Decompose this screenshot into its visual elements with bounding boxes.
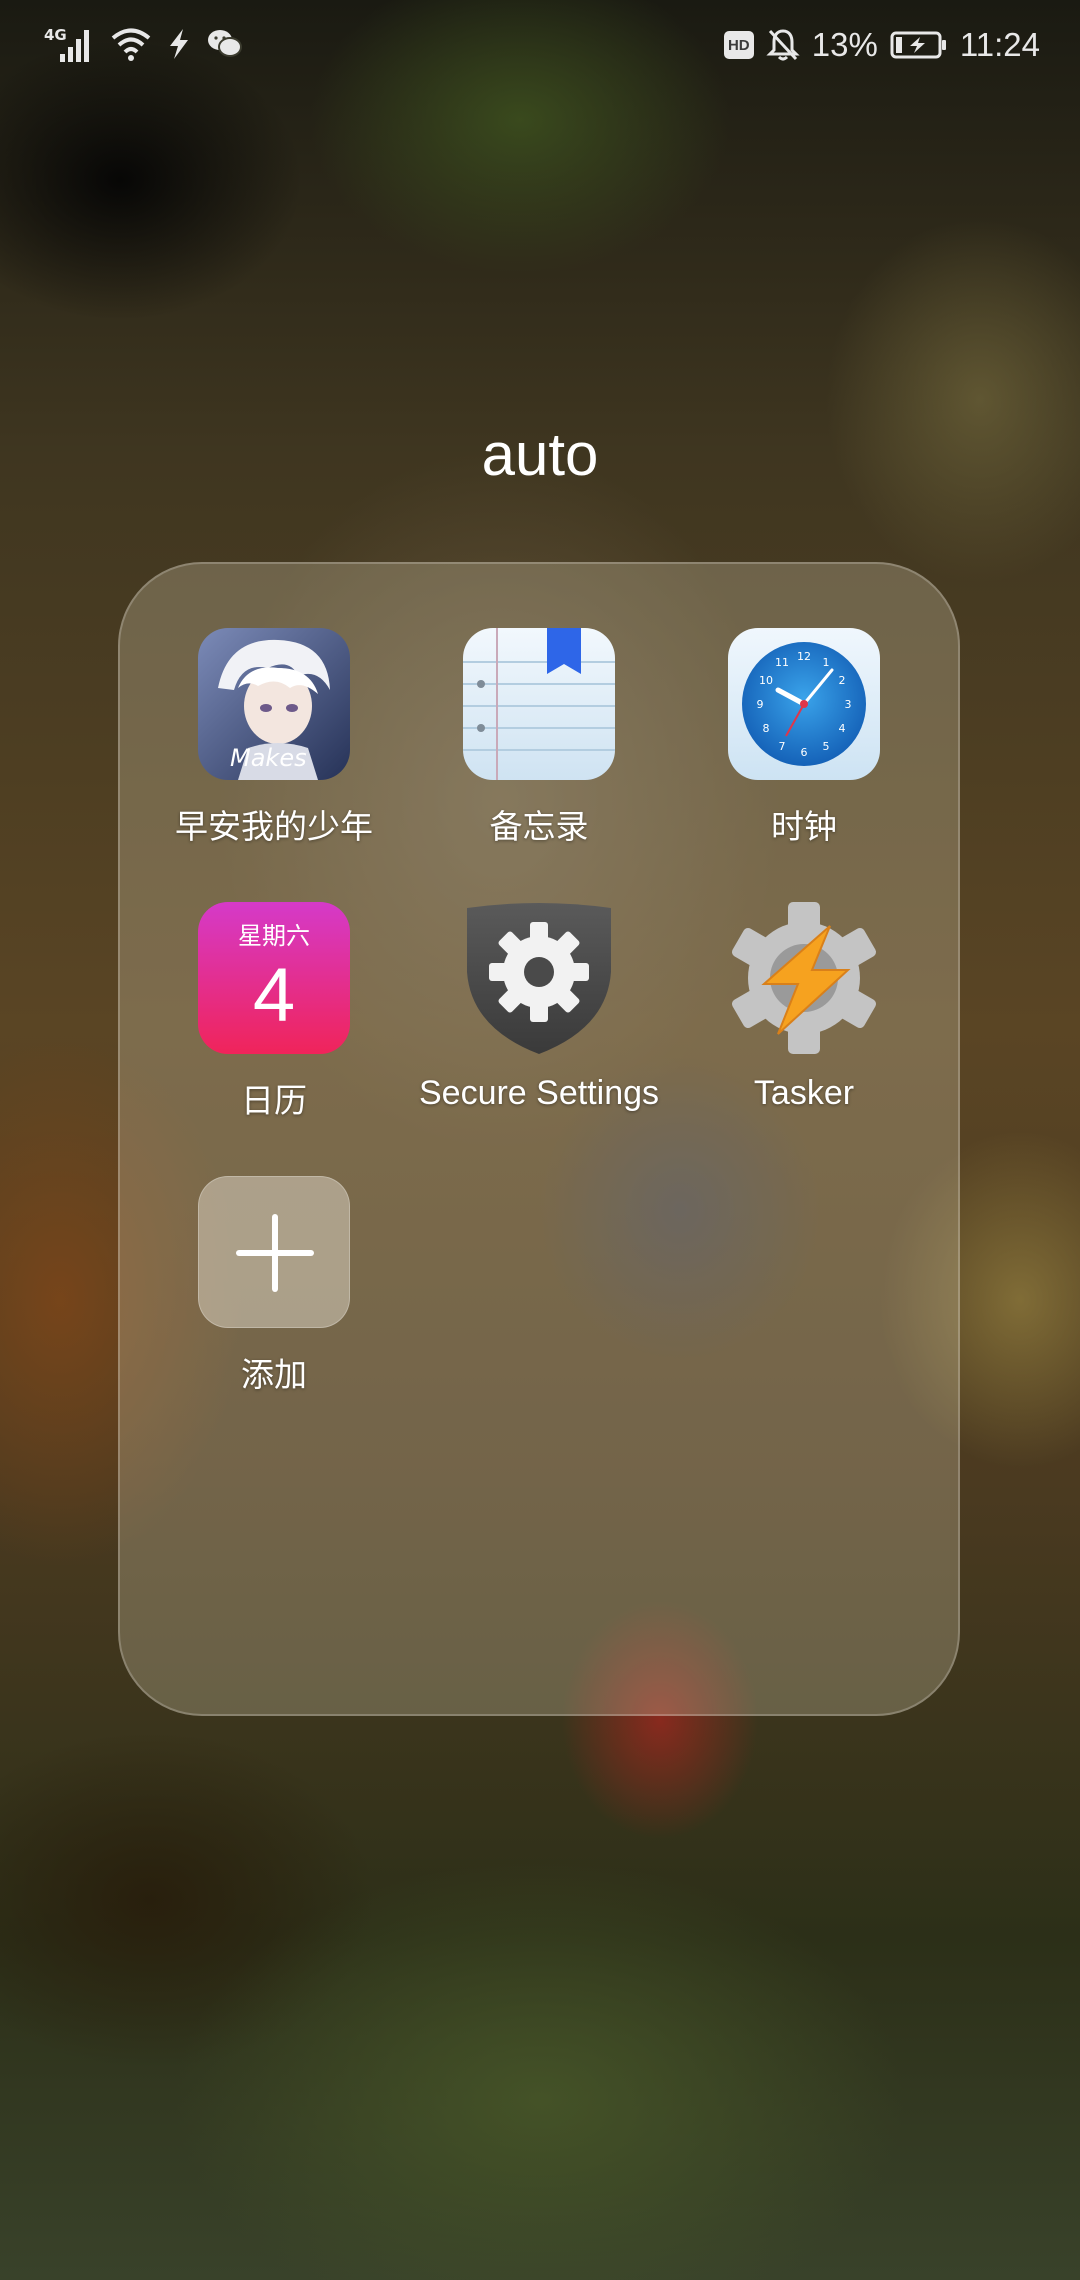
wechat-icon xyxy=(208,30,242,57)
app-label: Secure Settings xyxy=(418,1074,660,1112)
calendar-icon: 星期六 4 xyxy=(198,902,350,1054)
calendar-day: 4 xyxy=(252,953,296,1038)
add-icon xyxy=(198,1176,350,1328)
notepad-icon xyxy=(463,628,615,780)
tasker-icon xyxy=(728,902,880,1054)
anime-game-icon: Makes xyxy=(198,628,350,780)
svg-text:3: 3 xyxy=(845,698,852,711)
app-label: 添加 xyxy=(241,1355,307,1394)
status-bar: 4G HD 13% 11:24 xyxy=(0,0,1080,90)
svg-text:8: 8 xyxy=(763,722,770,735)
svg-text:9: 9 xyxy=(757,698,764,711)
wifi-icon xyxy=(111,28,151,61)
clock-icon: 12 3 6 9 1 2 4 5 7 8 10 11 xyxy=(728,628,880,780)
battery-icon xyxy=(890,31,946,59)
svg-text:1: 1 xyxy=(823,656,830,669)
svg-text:2: 2 xyxy=(839,674,846,687)
battery-percent: 13% xyxy=(811,26,878,63)
bell-muted-icon xyxy=(766,29,800,61)
svg-text:4: 4 xyxy=(839,722,846,735)
app-label: 早安我的少年 xyxy=(175,807,373,846)
folder-title[interactable]: auto xyxy=(0,420,1080,489)
svg-text:12: 12 xyxy=(797,650,811,663)
charging-bolt-icon xyxy=(170,29,188,59)
app-label: Tasker xyxy=(753,1074,855,1112)
svg-text:6: 6 xyxy=(801,746,808,759)
app-label: 日历 xyxy=(241,1081,307,1120)
svg-text:5: 5 xyxy=(823,740,830,753)
svg-text:7: 7 xyxy=(779,740,786,753)
app-label: 时钟 xyxy=(771,807,837,846)
secure-settings-icon xyxy=(463,902,615,1054)
svg-text:Makes: Makes xyxy=(230,744,307,772)
clock-time: 11:24 xyxy=(959,26,1040,63)
svg-text:10: 10 xyxy=(759,674,773,687)
app-label: 备忘录 xyxy=(489,807,589,846)
calendar-weekday: 星期六 xyxy=(238,922,310,950)
hd-icon: HD xyxy=(723,31,754,59)
svg-text:11: 11 xyxy=(775,656,789,669)
signal-icon xyxy=(60,30,89,62)
